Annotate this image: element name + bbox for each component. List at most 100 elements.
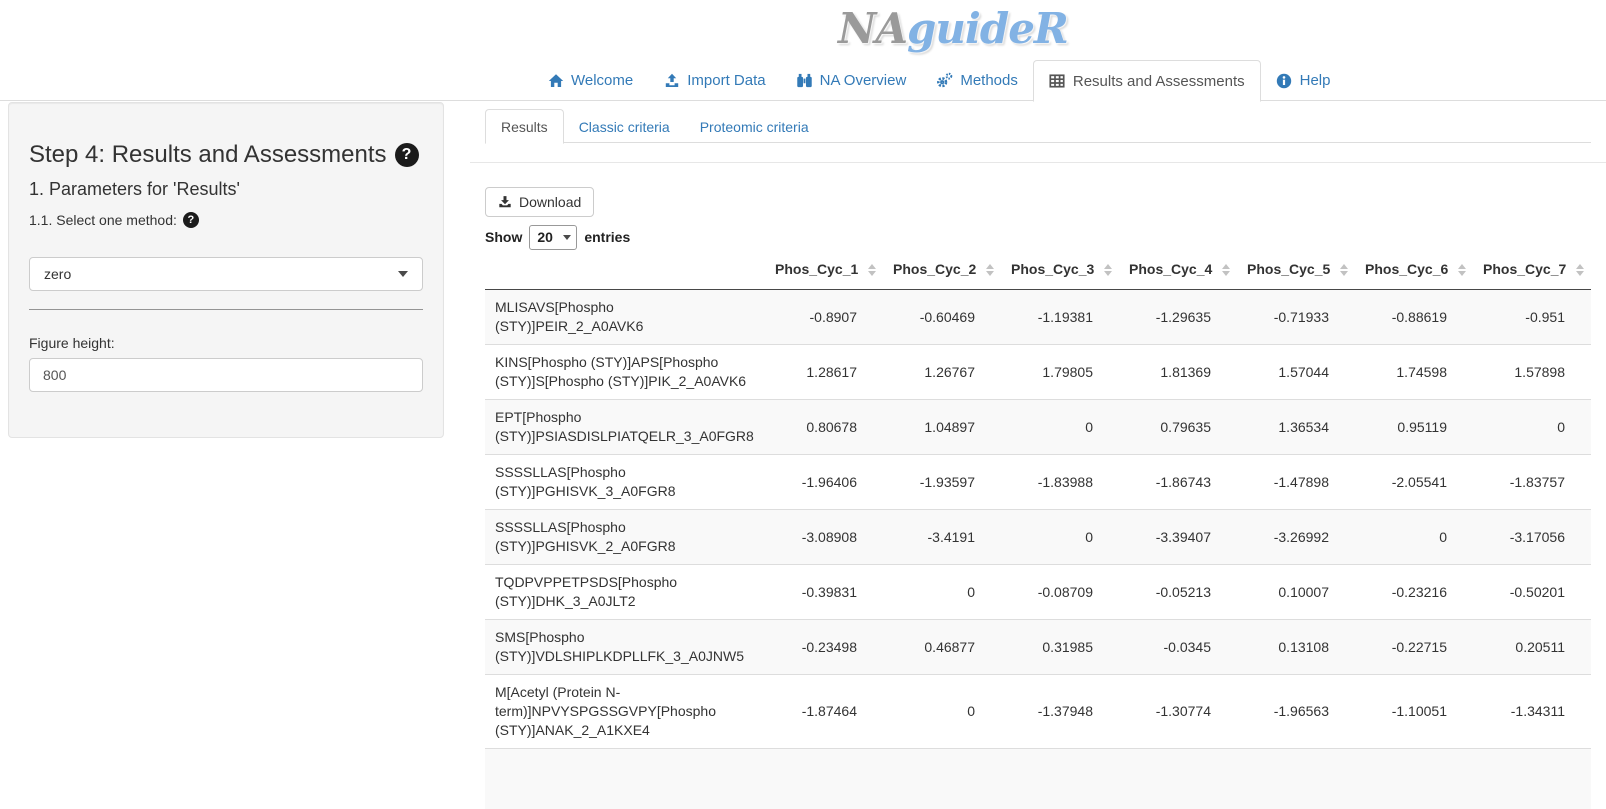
table-icon bbox=[1049, 73, 1066, 90]
gears-icon bbox=[936, 72, 953, 89]
cell-value: 0.13108 bbox=[1237, 620, 1355, 675]
cell-value: -0.88619 bbox=[1355, 290, 1473, 345]
nav-tab-import-data[interactable]: Import Data bbox=[648, 60, 780, 101]
row-name: SMS[Phospho (STY)]VDLSHIPLKDPLLFK_3_A0JN… bbox=[485, 620, 765, 675]
cell-value: 0.80678 bbox=[765, 400, 883, 455]
cell-value: -1.93597 bbox=[883, 455, 1001, 510]
cell-value: 0 bbox=[1001, 510, 1119, 565]
cell-value: -1.37948 bbox=[1001, 675, 1119, 749]
table-row: SSSSLLAS[Phospho (STY)]PGHISVK_3_A0FGR8 … bbox=[485, 455, 1591, 510]
nav-tab-label: Methods bbox=[960, 72, 1018, 89]
sort-icon bbox=[868, 264, 876, 276]
cell-value: -1.83988 bbox=[1001, 455, 1119, 510]
cell-value: -0.0345 bbox=[1119, 620, 1237, 675]
row-name: SSSSLLAS[Phospho (STY)]PGHISVK_2_A0FGR8 bbox=[485, 510, 765, 565]
table-row: M[Acetyl (Protein N-term)]NPVYSPGSSGVPY[… bbox=[485, 675, 1591, 749]
table-length-control: Show 20 entries bbox=[485, 224, 1591, 250]
step-title-text: Step 4: Results and Assessments bbox=[29, 142, 387, 168]
table-row-partial bbox=[485, 749, 1591, 809]
cell-value: 0 bbox=[1001, 400, 1119, 455]
cell-value: 1.28617 bbox=[765, 345, 883, 400]
method-select-value: zero bbox=[44, 266, 71, 282]
nav-tab-results-and-assessments[interactable]: Results and Assessments bbox=[1033, 60, 1261, 101]
cell-value: -3.39407 bbox=[1119, 510, 1237, 565]
home-icon bbox=[547, 72, 564, 89]
table-row: KINS[Phospho (STY)]APS[Phospho (STY)]S[P… bbox=[485, 345, 1591, 400]
caret-down-icon bbox=[398, 271, 408, 277]
table-header-row: Phos_Cyc_1 Phos_Cyc_2 Phos_Cyc_3 Phos_Cy… bbox=[485, 253, 1591, 290]
entries-select-value: 20 bbox=[537, 229, 553, 245]
cell-value: 1.57044 bbox=[1237, 345, 1355, 400]
column-header[interactable]: Phos_Cyc_5 bbox=[1237, 253, 1355, 290]
content-divider bbox=[470, 162, 1606, 163]
cell-value: -0.39831 bbox=[765, 565, 883, 620]
row-name: KINS[Phospho (STY)]APS[Phospho (STY)]S[P… bbox=[485, 345, 765, 400]
app-logo-rest: guideR bbox=[907, 4, 1068, 53]
cell-value: 0 bbox=[883, 565, 1001, 620]
nav-tab-label: Help bbox=[1300, 72, 1331, 89]
column-header[interactable]: Phos_Cyc_7 bbox=[1473, 253, 1591, 290]
method-label: 1.1. Select one method: bbox=[29, 212, 177, 228]
cell-value: 0 bbox=[883, 675, 1001, 749]
subtab-proteomic-criteria[interactable]: Proteomic criteria bbox=[685, 109, 824, 142]
column-header[interactable]: Phos_Cyc_4 bbox=[1119, 253, 1237, 290]
cell-value: -0.71933 bbox=[1237, 290, 1355, 345]
subtab-results[interactable]: Results bbox=[485, 109, 564, 142]
nav-tab-help[interactable]: Help bbox=[1261, 60, 1346, 101]
question-icon[interactable] bbox=[183, 212, 199, 228]
column-header[interactable]: Phos_Cyc_2 bbox=[883, 253, 1001, 290]
main-content: Results Classic criteria Proteomic crite… bbox=[470, 101, 1606, 809]
sort-icon bbox=[1340, 264, 1348, 276]
method-label-row: 1.1. Select one method: bbox=[29, 212, 423, 228]
cell-value: -1.96406 bbox=[765, 455, 883, 510]
cell-value: -2.05541 bbox=[1355, 455, 1473, 510]
table-row: SMS[Phospho (STY)]VDLSHIPLKDPLLFK_3_A0JN… bbox=[485, 620, 1591, 675]
cell-value: 0.79635 bbox=[1119, 400, 1237, 455]
row-name: SSSSLLAS[Phospho (STY)]PGHISVK_3_A0FGR8 bbox=[485, 455, 765, 510]
upload-icon bbox=[663, 72, 680, 89]
app-logo: NAguideR bbox=[838, 4, 1068, 54]
results-table: Phos_Cyc_1 Phos_Cyc_2 Phos_Cyc_3 Phos_Cy… bbox=[485, 253, 1591, 809]
binoculars-icon bbox=[796, 72, 813, 89]
question-icon[interactable] bbox=[395, 143, 419, 167]
column-header-rownames[interactable] bbox=[485, 253, 765, 290]
cell-value: 1.79805 bbox=[1001, 345, 1119, 400]
row-name: EPT[Phospho (STY)]PSIASDISLPIATQELR_3_A0… bbox=[485, 400, 765, 455]
sort-icon bbox=[1576, 264, 1584, 276]
nav-tab-methods[interactable]: Methods bbox=[921, 60, 1033, 101]
cell-value: 1.81369 bbox=[1119, 345, 1237, 400]
subtab-label: Proteomic criteria bbox=[685, 109, 824, 144]
cell-value: -0.60469 bbox=[883, 290, 1001, 345]
column-header[interactable]: Phos_Cyc_6 bbox=[1355, 253, 1473, 290]
cell-value: -3.17056 bbox=[1473, 510, 1591, 565]
results-subtabs: Results Classic criteria Proteomic crite… bbox=[485, 109, 1591, 143]
cell-value: -1.29635 bbox=[1119, 290, 1237, 345]
column-header[interactable]: Phos_Cyc_3 bbox=[1001, 253, 1119, 290]
subtab-classic-criteria[interactable]: Classic criteria bbox=[564, 109, 685, 142]
cell-value: 1.04897 bbox=[883, 400, 1001, 455]
cell-value: -0.08709 bbox=[1001, 565, 1119, 620]
entries-select[interactable]: 20 bbox=[529, 225, 577, 250]
cell-value: -0.23498 bbox=[765, 620, 883, 675]
cell-value: 0.10007 bbox=[1237, 565, 1355, 620]
subtab-label: Classic criteria bbox=[564, 109, 685, 144]
nav-tab-welcome[interactable]: Welcome bbox=[532, 60, 648, 101]
nav-tab-na-overview[interactable]: NA Overview bbox=[781, 60, 922, 101]
cell-value: -1.96563 bbox=[1237, 675, 1355, 749]
cell-value: 0 bbox=[1355, 510, 1473, 565]
cell-value: -1.87464 bbox=[765, 675, 883, 749]
table-row: EPT[Phospho (STY)]PSIASDISLPIATQELR_3_A0… bbox=[485, 400, 1591, 455]
download-button[interactable]: Download bbox=[485, 187, 594, 217]
method-select[interactable]: zero bbox=[29, 257, 423, 291]
cell-value: 0.95119 bbox=[1355, 400, 1473, 455]
row-name: MLISAVS[Phospho (STY)]PEIR_2_A0AVK6 bbox=[485, 290, 765, 345]
length-suffix: entries bbox=[584, 229, 630, 245]
cell-value: 1.26767 bbox=[883, 345, 1001, 400]
figure-height-input[interactable] bbox=[29, 358, 423, 392]
info-icon bbox=[1276, 72, 1293, 89]
column-header[interactable]: Phos_Cyc_1 bbox=[765, 253, 883, 290]
row-name: TQDPVPPETPSDS[Phospho (STY)]DHK_3_A0JLT2 bbox=[485, 565, 765, 620]
download-label: Download bbox=[519, 194, 581, 210]
cell-value: -0.951 bbox=[1473, 290, 1591, 345]
cell-value: -1.86743 bbox=[1119, 455, 1237, 510]
